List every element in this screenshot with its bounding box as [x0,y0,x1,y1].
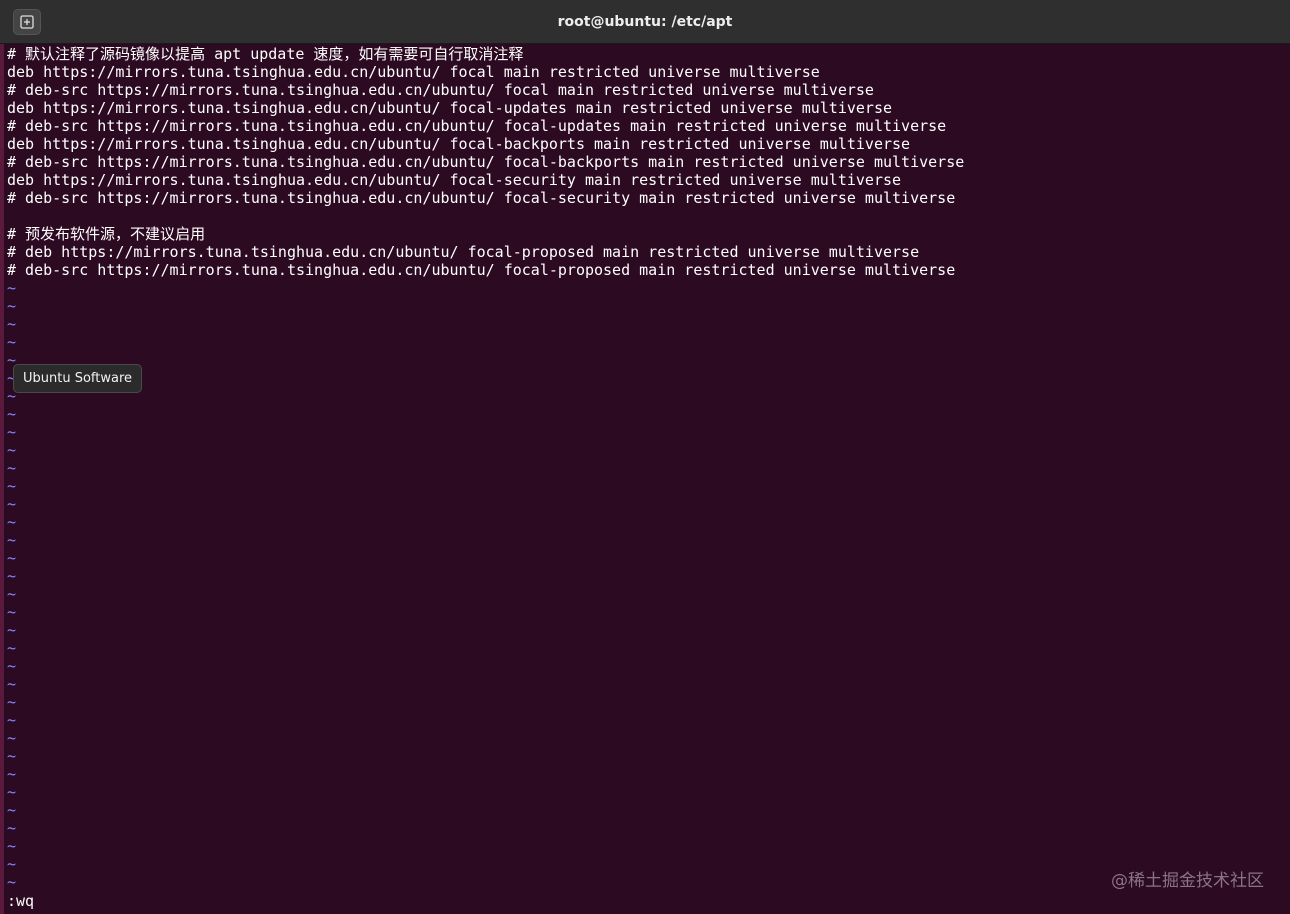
file-line[interactable]: # deb-src https://mirrors.tuna.tsinghua.… [7,261,1290,279]
file-content[interactable]: # 默认注释了源码镜像以提高 apt update 速度，如有需要可自行取消注释… [7,45,1290,279]
file-line[interactable]: deb https://mirrors.tuna.tsinghua.edu.cn… [7,171,1290,189]
watermark: @稀土掘金技术社区 [1111,871,1264,891]
new-tab-icon [20,15,34,29]
empty-line-marker: ~ [7,693,17,711]
empty-line-marker: ~ [7,657,17,675]
empty-line-marker: ~ [7,441,17,459]
empty-line-marker: ~ [7,585,17,603]
empty-line-marker: ~ [7,711,17,729]
empty-line-marker: ~ [7,621,17,639]
file-line[interactable]: deb https://mirrors.tuna.tsinghua.edu.cn… [7,135,1290,153]
empty-line-marker: ~ [7,477,17,495]
file-line[interactable] [7,207,1290,225]
file-line[interactable]: deb https://mirrors.tuna.tsinghua.edu.cn… [7,99,1290,117]
file-line[interactable]: # deb-src https://mirrors.tuna.tsinghua.… [7,117,1290,135]
empty-line-marker: ~ [7,315,17,333]
file-line[interactable]: # 预发布软件源，不建议启用 [7,225,1290,243]
empty-line-marker: ~ [7,423,17,441]
empty-line-marker: ~ [7,459,17,477]
empty-line-marker: ~ [7,729,17,747]
empty-line-marker: ~ [7,549,17,567]
empty-line-marker: ~ [7,837,17,855]
empty-line-marker: ~ [7,747,17,765]
empty-line-marker: ~ [7,351,17,369]
empty-line-marker: ~ [7,513,17,531]
title-bar[interactable]: root@ubuntu: /etc/apt [0,0,1290,44]
empty-line-marker: ~ [7,675,17,693]
file-line[interactable]: # deb-src https://mirrors.tuna.tsinghua.… [7,189,1290,207]
empty-line-marker: ~ [7,405,17,423]
empty-line-marker: ~ [7,819,17,837]
empty-line-marker: ~ [7,603,17,621]
empty-line-marker: ~ [7,333,17,351]
empty-line-marker: ~ [7,567,17,585]
terminal-content[interactable]: # 默认注释了源码镜像以提高 apt update 速度，如有需要可自行取消注释… [7,45,1290,914]
file-line[interactable]: # 默认注释了源码镜像以提高 apt update 速度，如有需要可自行取消注释 [7,45,1290,63]
empty-line-marker: ~ [7,387,17,405]
empty-line-marker: ~ [7,369,17,387]
dock-tooltip: Ubuntu Software [13,364,143,393]
empty-line-marker: ~ [7,765,17,783]
dock-edge [0,0,4,914]
file-line[interactable]: # deb-src https://mirrors.tuna.tsinghua.… [7,153,1290,171]
empty-line-marker: ~ [7,801,17,819]
empty-line-marker: ~ [7,495,17,513]
empty-line-marker: ~ [7,639,17,657]
file-line[interactable]: deb https://mirrors.tuna.tsinghua.edu.cn… [7,63,1290,81]
empty-line-marker: ~ [7,279,17,297]
file-line[interactable]: # deb https://mirrors.tuna.tsinghua.edu.… [7,243,1290,261]
command-line[interactable]: :wq [7,892,34,910]
empty-line-marker: ~ [7,297,17,315]
file-line[interactable]: # deb-src https://mirrors.tuna.tsinghua.… [7,81,1290,99]
new-tab-button[interactable] [13,9,41,35]
window-title: root@ubuntu: /etc/apt [557,14,733,30]
empty-line-markers: ~ ~ ~ ~ ~ ~ ~ ~ ~ ~ ~ ~ ~ ~ ~ ~ ~ ~ ~ ~ ~ ~ ~ ~ ~ ~ ~ ~ ~ ~ ~ ~ ~ ~ [7,279,1290,891]
empty-line-marker: ~ [7,783,17,801]
empty-line-marker: ~ [7,855,17,873]
empty-line-marker: ~ [7,531,17,549]
empty-line-marker: ~ [7,873,17,891]
